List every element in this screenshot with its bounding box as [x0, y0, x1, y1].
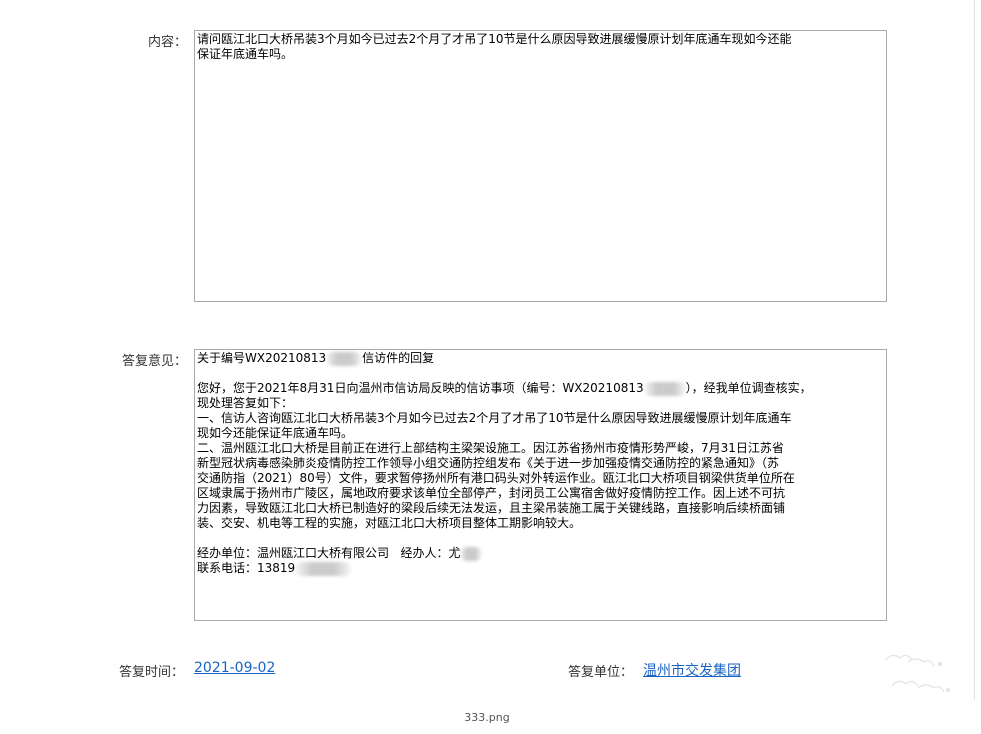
page: 内容： 请问瓯江北口大桥吊装3个月如今已过去2个月了才吊了10节是什么原因导致进… — [0, 0, 981, 734]
reply-handler-text: 经办单位：温州瓯江口大桥有限公司 经办人：尤 — [197, 546, 461, 560]
reply-time-label: 答复时间： — [119, 665, 185, 680]
redacted-mark — [326, 351, 363, 366]
redacted-mark — [643, 381, 686, 396]
redacted-mark — [460, 546, 483, 561]
reply-handler-line: 经办单位：温州瓯江口大桥有限公司 经办人：尤 — [197, 546, 884, 561]
reply-phone-text: 联系电话：13819 — [197, 561, 296, 575]
reply-point2-line-6: 装、交安、机电等工程的实施，对瓯江北口大桥项目整体工期影响较大。 — [197, 516, 582, 530]
content-textarea[interactable]: 请问瓯江北口大桥吊装3个月如今已过去2个月了才吊了10节是什么原因导致进展缓慢原… — [194, 30, 887, 302]
reply-point2-line-2: 新型冠状病毒感染肺炎疫情防控工作领导小组交通防控组发布《关于进一步加强疫情交通防… — [197, 456, 780, 470]
page-divider — [974, 0, 975, 700]
reply-greeting-line-2: 现处理答复如下： — [197, 396, 294, 410]
reply-point2-line-4: 区域隶属于扬州市广陵区，属地政府要求该单位全部停产，封闭员工公寓宿舍做好疫情防控… — [197, 486, 786, 500]
reply-greeting-prefix: 您好，您于2021年8月31日向温州市信访局反映的信访事项（编号：WX20210… — [197, 381, 644, 395]
reply-title: 关于编号WX20210813 信访件的回复 — [197, 351, 884, 366]
watermark-icon — [885, 654, 950, 693]
reply-title-suffix: 信访件的回复 — [362, 351, 435, 365]
reply-phone-line: 联系电话：13819 — [197, 561, 884, 576]
reply-unit-link[interactable]: 温州市交发集团 — [643, 660, 741, 680]
content-line-1: 请问瓯江北口大桥吊装3个月如今已过去2个月了才吊了10节是什么原因导致进展缓慢原… — [197, 32, 792, 46]
reply-textarea[interactable]: 关于编号WX20210813 信访件的回复 您好，您于2021年8月31日向温州市… — [194, 349, 887, 621]
reply-point2-line-5: 力因素，导致瓯江北口大桥已制造好的梁段后续无法发运，且主梁吊装施工属于关键线路，… — [197, 501, 786, 515]
reply-point1-line-2: 现如今还能保证年底通车吗。 — [197, 426, 354, 440]
reply-time-link[interactable]: 2021-09-02 — [194, 660, 275, 676]
content-label: 内容： — [147, 35, 187, 50]
reply-unit-label: 答复单位： — [568, 665, 634, 680]
content-line-2: 保证年底通车吗。 — [197, 47, 294, 61]
reply-greeting: 您好，您于2021年8月31日向温州市信访局反映的信访事项（编号：WX20210… — [197, 381, 884, 396]
image-filename: 333.png — [464, 711, 510, 724]
reply-title-prefix: 关于编号WX20210813 — [197, 351, 327, 365]
reply-point1-line-1: 一、信访人咨询瓯江北口大桥吊装3个月如今已过去2个月了才吊了10节是什么原因导致… — [197, 411, 792, 425]
reply-point2-line-1: 二、温州瓯江北口大桥是目前正在进行上部结构主梁架设施工。因江苏省扬州市疫情形势严… — [197, 441, 784, 455]
reply-greeting-suffix: ），经我单位调查核实， — [685, 381, 812, 395]
reply-label: 答复意见： — [121, 354, 187, 369]
reply-point2-line-3: 交通防指（2021）80号）文件，要求暂停扬州所有港口码头对外转运作业。瓯江北口… — [197, 471, 795, 485]
redacted-mark — [295, 561, 352, 576]
